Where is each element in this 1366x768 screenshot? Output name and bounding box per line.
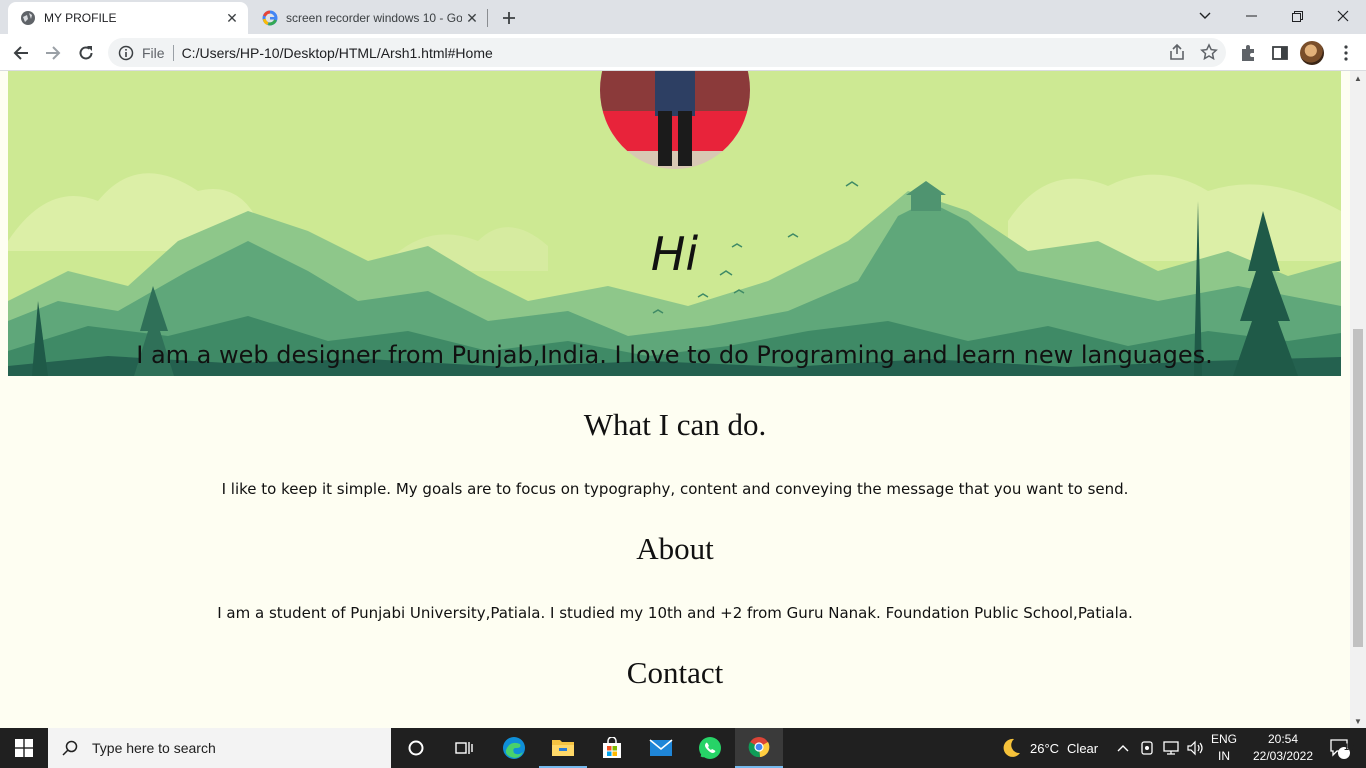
system-clock[interactable]: 20:54 22/03/2022 [1245, 731, 1321, 765]
weather-condition: Clear [1067, 740, 1099, 756]
extensions-button[interactable] [1234, 39, 1262, 67]
tab-strip: MY PROFILE ✕ screen recorder windows 10 … [0, 0, 1366, 34]
arrow-left-icon [13, 46, 28, 60]
side-panel-icon [1272, 46, 1288, 60]
section-text-about: I am a student of Punjabi University,Pat… [217, 604, 1133, 622]
browser-toolbar: File C:/Users/HP-10/Desktop/HTML/Arsh1.h… [0, 34, 1366, 71]
address-bar[interactable]: File C:/Users/HP-10/Desktop/HTML/Arsh1.h… [108, 38, 1226, 67]
profile-avatar[interactable] [1300, 41, 1324, 65]
edge-icon [503, 737, 525, 759]
windows-logo-icon [15, 739, 33, 757]
taskbar-search-box[interactable]: Type here to search [48, 728, 391, 768]
puzzle-icon [1242, 45, 1254, 61]
section-text-what-i-can-do: I like to keep it simple. My goals are t… [221, 480, 1129, 498]
taskbar-mail[interactable] [637, 728, 685, 768]
close-tab-icon[interactable]: ✕ [222, 8, 242, 28]
tray-device-icon[interactable] [1137, 728, 1157, 768]
scrollbar-thumb[interactable] [1353, 329, 1363, 647]
page-viewport: Hi I am a web designer from Punjab,India… [0, 71, 1350, 728]
chevron-up-icon [1117, 745, 1129, 752]
back-button[interactable] [7, 39, 35, 67]
cortana-icon [408, 740, 424, 756]
clock-time: 20:54 [1267, 732, 1299, 746]
whatsapp-icon [699, 737, 721, 759]
reload-button[interactable] [72, 39, 100, 67]
tab-separator [487, 9, 488, 27]
search-icon [62, 740, 78, 756]
language-region: IN [1218, 749, 1230, 763]
side-panel-button[interactable] [1266, 39, 1294, 67]
scroll-up-arrow[interactable]: ▲ [1350, 71, 1366, 85]
arrow-right-icon [46, 46, 61, 60]
task-view-button[interactable] [440, 728, 488, 768]
scheme-label: File [142, 44, 165, 61]
restore-button[interactable] [1274, 0, 1320, 32]
network-button[interactable] [1160, 728, 1182, 768]
section-heading-about: About [636, 531, 714, 566]
tab-search-button[interactable] [1182, 0, 1228, 32]
tab-my-profile[interactable]: MY PROFILE ✕ [8, 2, 248, 34]
close-icon [1337, 10, 1349, 22]
page-scrollbar[interactable]: ▲ ▼ [1350, 71, 1366, 728]
url-text[interactable]: C:/Users/HP-10/Desktop/HTML/Arsh1.html#H… [182, 45, 493, 61]
meet-now-icon [1141, 741, 1153, 755]
volume-button[interactable] [1184, 728, 1206, 768]
forward-button[interactable] [39, 39, 67, 67]
hero-banner: Hi I am a web designer from Punjab,India… [8, 71, 1341, 376]
bookmark-star-icon[interactable] [1200, 43, 1218, 61]
close-tab-icon[interactable]: ✕ [462, 8, 482, 28]
google-icon [262, 10, 278, 26]
cortana-button[interactable] [392, 728, 440, 768]
section-heading-contact: Contact [626, 655, 724, 690]
clock-date: 22/03/2022 [1252, 749, 1314, 763]
language-code: ENG [1210, 732, 1237, 746]
divider [172, 44, 174, 61]
new-tab-button[interactable] [497, 6, 521, 30]
chevron-down-icon [1199, 12, 1211, 19]
folder-icon [552, 740, 574, 756]
chrome-menu-button[interactable] [1332, 39, 1360, 67]
moon-icon [1003, 738, 1020, 757]
tab-title: MY PROFILE [44, 11, 117, 25]
more-vert-icon [1344, 45, 1348, 61]
info-icon[interactable] [118, 45, 134, 61]
chrome-icon [748, 737, 770, 758]
share-icon[interactable] [1168, 43, 1186, 61]
taskbar-file-explorer[interactable] [539, 728, 587, 768]
action-center-button[interactable]: 10 [1320, 728, 1360, 768]
minimize-icon [1245, 15, 1257, 17]
hero-tagline: I am a web designer from Punjab,India. I… [136, 341, 1213, 369]
tab-screen-recorder[interactable]: screen recorder windows 10 - Go ✕ [250, 2, 488, 34]
taskbar-edge[interactable] [490, 728, 538, 768]
tab-title: screen recorder windows 10 - Go [286, 11, 462, 25]
taskbar-store[interactable] [588, 728, 636, 768]
globe-icon [21, 11, 35, 25]
task-view-icon [455, 742, 473, 754]
plus-icon [503, 12, 515, 24]
restore-icon [1291, 10, 1303, 22]
section-heading-what-i-can-do: What I can do. [583, 407, 767, 442]
weather-temperature: 26°C [1030, 740, 1060, 756]
speaker-icon [1187, 740, 1203, 756]
store-icon [603, 737, 621, 758]
hero-greeting: Hi [650, 227, 699, 281]
notification-count: 10 [1344, 742, 1355, 752]
taskbar-whatsapp[interactable] [686, 728, 734, 768]
network-icon [1163, 741, 1179, 755]
windows-taskbar: Type here to search 26°C Clear ENG IN 20… [0, 728, 1366, 768]
start-button[interactable] [0, 728, 48, 768]
taskbar-chrome[interactable] [735, 728, 783, 768]
scroll-down-arrow[interactable]: ▼ [1350, 714, 1366, 728]
mail-icon [649, 739, 673, 756]
show-hidden-icons-button[interactable] [1113, 728, 1133, 768]
weather-widget[interactable]: 26°C Clear [996, 728, 1106, 768]
reload-icon [79, 46, 93, 60]
close-window-button[interactable] [1320, 0, 1366, 32]
language-indicator[interactable]: ENG IN [1208, 731, 1240, 765]
minimize-button[interactable] [1228, 0, 1274, 32]
search-placeholder: Type here to search [92, 740, 216, 756]
